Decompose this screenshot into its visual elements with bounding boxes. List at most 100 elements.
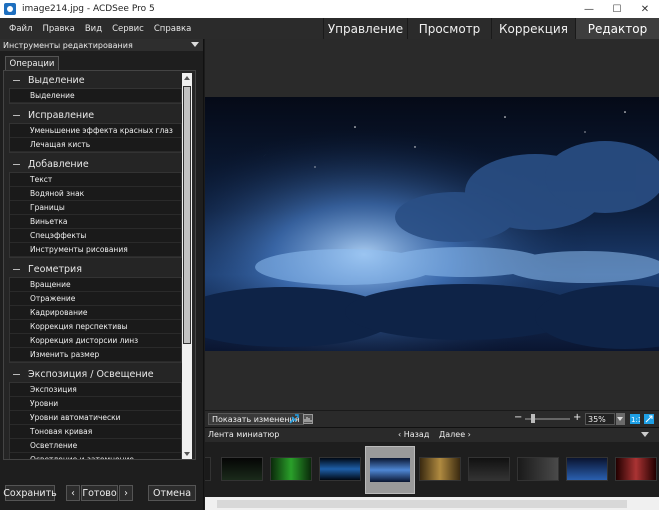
close-button[interactable]: ✕ xyxy=(631,0,659,18)
operation-item[interactable]: Изменить размер xyxy=(10,348,181,362)
operation-item[interactable]: Выделение xyxy=(10,89,181,103)
pan-icon[interactable] xyxy=(289,414,299,424)
thumbnail-strip xyxy=(205,445,659,495)
tab-develop[interactable]: Коррекция xyxy=(491,18,575,39)
operation-item[interactable]: Тоновая кривая xyxy=(10,425,181,439)
zoom-dropdown-icon[interactable] xyxy=(616,413,625,425)
operation-item[interactable]: Уровни автоматически xyxy=(10,411,181,425)
night-sky-photo xyxy=(205,97,659,351)
collapse-minus-icon[interactable] xyxy=(13,80,20,81)
scroll-up-icon[interactable] xyxy=(184,76,190,80)
viewer-toolbar: Показать изменения − + 35% 1:1 xyxy=(205,410,659,427)
operation-item[interactable]: Кадрирование xyxy=(10,306,181,320)
panel-footer: Сохранить ‹ Готово › Отмена xyxy=(0,481,204,510)
group-title[interactable]: Экспозиция / Освещение xyxy=(9,367,182,382)
histogram-icon[interactable] xyxy=(303,414,313,424)
filmstrip-forward-button[interactable]: Далее › xyxy=(439,430,471,439)
actual-size-icon[interactable]: 1:1 xyxy=(630,414,640,424)
panel-menu-arrow-icon[interactable] xyxy=(191,42,199,47)
menu-tools[interactable]: Сервис xyxy=(107,24,149,34)
tab-manage[interactable]: Управление xyxy=(323,18,407,39)
cancel-button[interactable]: Отмена xyxy=(148,485,196,501)
group-title[interactable]: Геометрия xyxy=(9,262,182,277)
save-button[interactable]: Сохранить xyxy=(3,485,57,501)
maximize-button[interactable]: ☐ xyxy=(603,0,631,18)
menu-view[interactable]: Вид xyxy=(80,24,107,34)
operation-item[interactable]: Отражение xyxy=(10,292,181,306)
filmstrip-scroll-thumb[interactable] xyxy=(217,500,627,508)
acdsee-window: image214.jpg - ACDSee Pro 5 — ☐ ✕ Файл П… xyxy=(0,0,659,510)
group-items: Вращение Отражение Кадрирование Коррекция п… xyxy=(9,277,182,363)
group-title[interactable]: Исправление xyxy=(9,108,182,123)
group-title[interactable]: Добавление xyxy=(9,157,182,172)
group-title-label: Экспозиция / Освещение xyxy=(28,369,154,380)
fit-image-icon[interactable] xyxy=(644,414,654,424)
operation-item[interactable]: Границы xyxy=(10,201,181,215)
thumbnail[interactable] xyxy=(517,457,559,481)
operation-item[interactable]: Уменьшение эффекта красных глаз xyxy=(10,124,181,138)
operation-item[interactable]: Виньетка xyxy=(10,215,181,229)
svg-text:1:1: 1:1 xyxy=(631,416,640,424)
operation-item[interactable]: Осветление и затемнение xyxy=(10,453,181,459)
next-arrow-button[interactable]: › xyxy=(119,485,133,501)
window-controls: — ☐ ✕ xyxy=(575,0,659,18)
zoom-out-button[interactable]: − xyxy=(514,412,522,423)
prev-arrow-button[interactable]: ‹ xyxy=(66,485,80,501)
panel-header: Инструменты редактирования xyxy=(0,39,203,51)
thumbnail[interactable] xyxy=(221,457,263,481)
collapse-minus-icon[interactable] xyxy=(13,269,20,270)
filmstrip-panel: Лента миниатюр ‹ Назад Далее › xyxy=(205,427,659,510)
collapse-minus-icon[interactable] xyxy=(13,164,20,165)
edit-tools-panel: Инструменты редактирования Операции Выде… xyxy=(0,39,204,510)
filmstrip-back-button[interactable]: ‹ Назад xyxy=(398,430,429,439)
operations-scrollbar[interactable] xyxy=(182,73,192,459)
operation-item[interactable]: Осветление xyxy=(10,439,181,453)
menu-help[interactable]: Справка xyxy=(149,24,196,34)
filmstrip-scrollbar[interactable] xyxy=(205,497,659,510)
scroll-thumb[interactable] xyxy=(183,86,191,344)
collapse-minus-icon[interactable] xyxy=(13,115,20,116)
operation-item[interactable]: Лечащая кисть xyxy=(10,138,181,152)
group-title[interactable]: Выделение xyxy=(9,73,182,88)
panel-title: Инструменты редактирования xyxy=(3,40,133,50)
operation-item[interactable]: Вращение xyxy=(10,278,181,292)
thumbnail[interactable] xyxy=(468,457,510,481)
operation-item[interactable]: Инструменты рисования xyxy=(10,243,181,257)
operation-item[interactable]: Коррекция перспективы xyxy=(10,320,181,334)
thumbnail[interactable] xyxy=(319,457,361,481)
collapse-minus-icon[interactable] xyxy=(13,374,20,375)
tab-edit[interactable]: Редактор xyxy=(575,18,659,39)
menu-file[interactable]: Файл xyxy=(4,24,37,34)
thumbnail[interactable] xyxy=(615,457,657,481)
operations-list: Выделение Выделение Исправление Уменьшение … xyxy=(9,73,182,459)
group-items: Выделение xyxy=(9,88,182,104)
zoom-slider-thumb[interactable] xyxy=(531,414,535,423)
tab-operations[interactable]: Операции xyxy=(5,56,59,70)
operation-item[interactable]: Уровни xyxy=(10,397,181,411)
thumbnail[interactable] xyxy=(270,457,312,481)
group-title-label: Выделение xyxy=(28,75,85,86)
operation-item[interactable]: Коррекция дисторсии линз xyxy=(10,334,181,348)
zoom-in-button[interactable]: + xyxy=(573,412,581,423)
thumbnail[interactable] xyxy=(566,457,608,481)
scroll-down-icon[interactable] xyxy=(184,452,190,456)
menu-edit[interactable]: Правка xyxy=(37,24,79,34)
thumbnail[interactable] xyxy=(205,457,211,481)
minimize-button[interactable]: — xyxy=(575,0,603,18)
operation-item[interactable]: Текст xyxy=(10,173,181,187)
operations-box: Выделение Выделение Исправление Уменьшение … xyxy=(3,70,196,460)
operation-item[interactable]: Экспозиция xyxy=(10,383,181,397)
operation-item[interactable]: Водяной знак xyxy=(10,187,181,201)
image-viewer[interactable] xyxy=(205,39,659,410)
operation-item[interactable]: Спецэффекты xyxy=(10,229,181,243)
thumbnail-selected[interactable] xyxy=(365,446,415,494)
filmstrip-menu-arrow-icon[interactable] xyxy=(641,432,649,437)
zoom-level-field[interactable]: 35% xyxy=(585,413,615,425)
mode-tabs: Управление Просмотр Коррекция Редактор xyxy=(323,18,659,39)
tab-view[interactable]: Просмотр xyxy=(407,18,491,39)
thumbnail[interactable] xyxy=(419,457,461,481)
title-bar: image214.jpg - ACDSee Pro 5 — ☐ ✕ xyxy=(0,0,659,18)
group-title-label: Добавление xyxy=(28,159,89,170)
group-items: Уменьшение эффекта красных глаз Лечащая к… xyxy=(9,123,182,153)
done-button[interactable]: Готово xyxy=(81,485,118,501)
